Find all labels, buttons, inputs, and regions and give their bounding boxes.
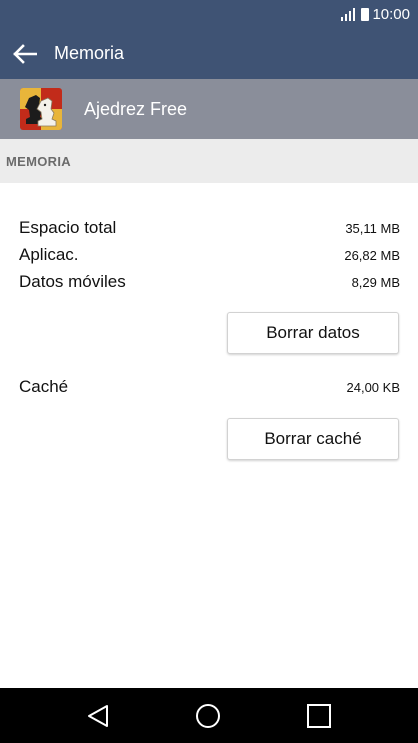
status-time: 10:00 <box>372 5 410 23</box>
storage-value: 26,82 MB <box>344 247 400 263</box>
home-circle-icon <box>196 704 220 728</box>
nav-back-button[interactable] <box>85 703 111 729</box>
app-info-header: Ajedrez Free <box>0 79 418 139</box>
clear-cache-button[interactable]: Borrar caché <box>227 418 399 460</box>
storage-value: 8,29 MB <box>351 274 400 290</box>
back-button[interactable] <box>12 42 38 66</box>
storage-label: Datos móviles <box>19 272 126 291</box>
page-title: Memoria <box>54 43 125 63</box>
battery-icon <box>361 7 370 21</box>
storage-row-app: Aplicac. 26,82 MB <box>19 243 400 267</box>
signal-icon <box>341 7 356 21</box>
section-title: MEMORIA <box>6 153 71 169</box>
recents-square-icon <box>307 704 331 728</box>
app-name: Ajedrez Free <box>84 98 188 119</box>
cache-label: Caché <box>19 377 69 396</box>
storage-label: Espacio total <box>19 218 117 237</box>
storage-label: Aplicac. <box>19 245 79 264</box>
section-header-memoria: MEMORIA <box>0 139 418 183</box>
storage-row-total: Espacio total 35,11 MB <box>19 216 400 240</box>
nav-home-button[interactable] <box>195 703 221 729</box>
storage-value: 35,11 MB <box>345 220 400 236</box>
cache-row: Caché 24,00 KB <box>19 375 400 399</box>
arrow-left-icon <box>13 43 37 64</box>
app-bar: Memoria <box>0 28 418 79</box>
chess-knight-app-icon <box>20 88 62 130</box>
storage-row-data: Datos móviles 8,29 MB <box>19 270 400 294</box>
back-triangle-icon <box>88 705 108 727</box>
clear-data-button[interactable]: Borrar datos <box>227 312 399 354</box>
nav-recents-button[interactable] <box>306 703 332 729</box>
status-bar: 10:00 <box>0 0 418 28</box>
cache-value: 24,00 KB <box>346 379 401 395</box>
navigation-bar <box>0 688 418 743</box>
